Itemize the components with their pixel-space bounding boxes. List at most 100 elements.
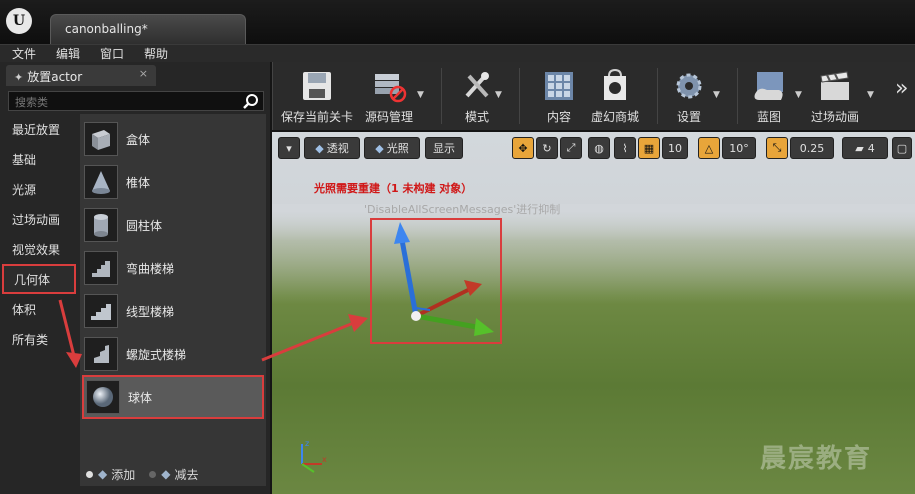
menu-file[interactable]: 文件 <box>12 45 36 62</box>
category-geometry[interactable]: 几何体 <box>2 264 76 294</box>
marketplace-button[interactable]: 虚幻商城 <box>591 62 639 130</box>
category-list: 最近放置 基础 光源 过场动画 视觉效果 几何体 体积 所有类 <box>0 114 78 354</box>
menu-edit[interactable]: 编辑 <box>56 45 80 62</box>
actor-item-label: 线型楼梯 <box>126 304 175 319</box>
horizon-haze <box>272 204 915 304</box>
toolbar-separator <box>519 68 520 124</box>
perspective-icon: ◆ <box>315 141 324 155</box>
subtract-radio[interactable] <box>149 470 157 478</box>
content-icon <box>545 72 573 100</box>
gear-icon <box>676 73 702 99</box>
toolbar-separator <box>441 68 442 124</box>
box-icon <box>84 122 118 156</box>
viewport-options-dropdown[interactable]: ▾ <box>278 137 300 159</box>
settings-dropdown-icon[interactable]: ▼ <box>713 90 720 100</box>
scale-mode-icon[interactable]: ⤢ <box>560 137 582 159</box>
actor-item-label: 圆柱体 <box>126 218 163 233</box>
menu-help[interactable]: 帮助 <box>144 45 168 62</box>
rotation-snap-icon[interactable]: △ <box>698 137 720 159</box>
grid-snap-icon[interactable]: ▦ <box>638 137 660 159</box>
source-control-button[interactable]: 源码管理 <box>365 62 413 130</box>
modes-label: 模式 <box>464 110 489 124</box>
actor-item-linear-stairs[interactable]: 线型楼梯 <box>84 290 262 332</box>
add-radio[interactable] <box>86 470 93 478</box>
save-level-label: 保存当前关卡 <box>281 110 354 124</box>
actor-item-label: 盒体 <box>126 132 151 147</box>
scale-snap-value[interactable]: 0.25 <box>790 137 834 159</box>
cinematics-dropdown-icon[interactable]: ▼ <box>867 90 874 100</box>
document-tab[interactable]: canonballing* <box>50 14 246 44</box>
lit-icon: ◆ <box>375 141 384 155</box>
close-icon[interactable]: × <box>139 67 148 80</box>
transform-gizmo[interactable] <box>372 220 500 342</box>
scale-snap-icon[interactable]: ⤡ <box>766 137 788 159</box>
source-control-label: 源码管理 <box>365 110 414 124</box>
actor-item-spiral-stairs[interactable]: 螺旋式楼梯 <box>84 333 262 375</box>
gizmo-highlight-box <box>370 218 502 344</box>
world-space-icon[interactable]: ◍ <box>588 137 610 159</box>
title-bar: U canonballing* <box>0 0 915 44</box>
save-level-button[interactable]: 保存当前关卡 <box>281 62 353 130</box>
rotation-snap-value[interactable]: 10° <box>722 137 756 159</box>
modes-icon <box>465 72 489 98</box>
show-button[interactable]: 显示 <box>425 137 463 159</box>
category-all-classes[interactable]: 所有类 <box>0 324 78 354</box>
perspective-button[interactable]: ◆ 透视 <box>304 137 360 159</box>
actor-item-curved-stairs[interactable]: 弯曲楼梯 <box>84 247 262 289</box>
lit-button[interactable]: ◆ 光照 <box>364 137 420 159</box>
linear-stairs-icon <box>84 294 118 328</box>
watermark: 晨宸教育 <box>760 444 873 474</box>
level-viewport[interactable]: ▾ ◆ 透视 ◆ 光照 显示 ✥ ↻ ⤢ ◍ ⌇ ▦ 10 △ 10° ⤡ 0.25… <box>272 132 915 494</box>
category-basic[interactable]: 基础 <box>0 144 78 174</box>
category-cinematic[interactable]: 过场动画 <box>0 204 78 234</box>
place-actor-tab-label: 放置actor <box>27 70 83 84</box>
actor-item-sphere[interactable]: 球体 <box>82 375 264 419</box>
source-control-icon <box>375 74 407 103</box>
actor-item-label: 弯曲楼梯 <box>126 261 175 276</box>
content-button[interactable]: 内容 <box>541 62 577 130</box>
menu-window[interactable]: 窗口 <box>100 45 124 62</box>
maximize-viewport-icon[interactable]: ▢ <box>892 137 912 159</box>
curved-stairs-icon <box>84 251 118 285</box>
category-volumes[interactable]: 体积 <box>0 294 78 324</box>
add-label[interactable]: 添加 <box>111 466 135 483</box>
actor-item-label: 椎体 <box>126 175 151 190</box>
place-actor-panel: ✦ 放置actor × 搜索类 最近放置 基础 光源 过场动画 视觉效果 几何体 … <box>0 62 270 494</box>
blueprint-icon <box>754 72 783 100</box>
subtract-brush-icon: ◆ <box>161 467 171 481</box>
blueprints-button[interactable]: 蓝图 <box>751 62 787 130</box>
source-control-dropdown-icon[interactable]: ▼ <box>417 90 424 100</box>
actor-item-label: 球体 <box>128 390 153 405</box>
place-actor-tab[interactable]: ✦ 放置actor × <box>6 65 156 86</box>
actor-item-box[interactable]: 盒体 <box>84 118 262 160</box>
spiral-stairs-icon <box>84 337 118 371</box>
blueprints-dropdown-icon[interactable]: ▼ <box>795 90 802 100</box>
cinematics-button[interactable]: 过场动画 <box>811 62 859 130</box>
actor-item-label: 螺旋式楼梯 <box>126 347 187 362</box>
search-placeholder: 搜索类 <box>15 96 48 109</box>
translate-mode-icon[interactable]: ✥ <box>512 137 534 159</box>
subtract-label[interactable]: 减去 <box>174 466 198 483</box>
modes-button[interactable]: 模式 <box>459 62 495 130</box>
actor-item-cylinder[interactable]: 圆柱体 <box>84 204 262 246</box>
camera-speed-button[interactable]: ▰ 4 <box>842 137 888 159</box>
unreal-logo-icon: U <box>6 8 32 34</box>
menu-bar: 文件 编辑 窗口 帮助 <box>0 44 915 62</box>
category-recent[interactable]: 最近放置 <box>0 114 78 144</box>
settings-label: 设置 <box>676 110 701 124</box>
rotate-mode-icon[interactable]: ↻ <box>536 137 558 159</box>
lit-label: 光照 <box>386 142 409 155</box>
settings-button[interactable]: 设置 <box>671 62 707 130</box>
grid-snap-value[interactable]: 10 <box>662 137 688 159</box>
toolbar-more-icon[interactable]: » <box>895 76 908 101</box>
actor-item-cone[interactable]: 椎体 <box>84 161 262 203</box>
lighting-warning: 光照需要重建（1 未构建 对象） <box>314 182 473 195</box>
category-lights[interactable]: 光源 <box>0 174 78 204</box>
camera-icon: ▰ <box>855 141 864 155</box>
place-icon: ✦ <box>14 71 24 84</box>
search-input[interactable]: 搜索类 <box>8 91 264 111</box>
category-visual-effects[interactable]: 视觉效果 <box>0 234 78 264</box>
modes-dropdown-icon[interactable]: ▼ <box>495 90 502 100</box>
search-icon[interactable] <box>243 93 259 109</box>
surface-snap-icon[interactable]: ⌇ <box>614 137 636 159</box>
